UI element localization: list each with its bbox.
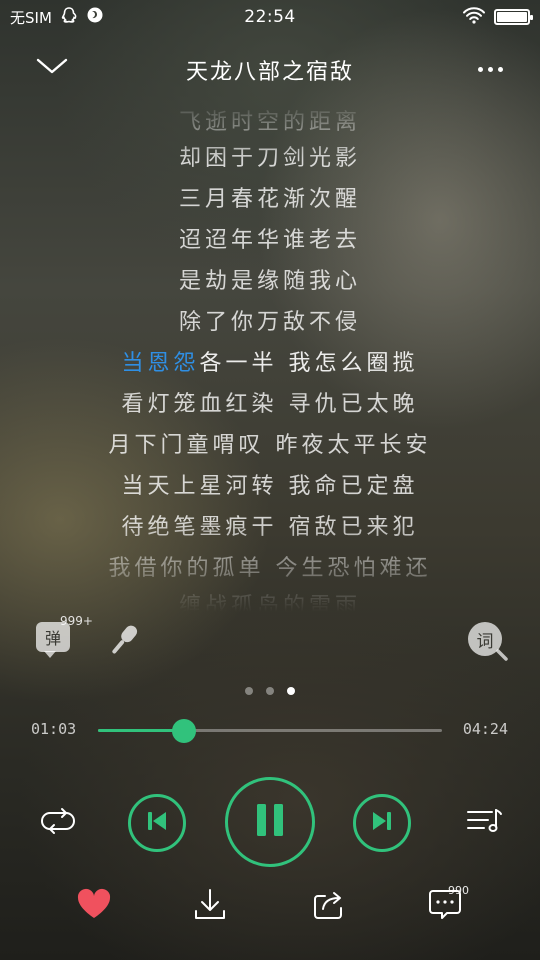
status-bar: 无SIM 22:54 — [0, 0, 540, 34]
battery-icon — [494, 9, 533, 25]
lyric-search-icon: 词 — [468, 622, 508, 661]
lyric-line: 是劫是缘随我心 — [178, 269, 361, 294]
previous-icon — [146, 810, 168, 836]
page-dot[interactable] — [266, 687, 274, 695]
lyric-line: 待绝笔墨痕干 宿敌已来犯 — [121, 515, 419, 540]
current-time: 01:03 — [31, 720, 77, 738]
comment-count-badge: 990 — [448, 884, 469, 897]
next-icon — [371, 810, 393, 836]
progress-slider[interactable] — [98, 719, 442, 743]
lyric-line: 当天上星河转 我命已定盘 — [121, 474, 419, 499]
lyric-line: 飞逝时空的距离 — [178, 110, 361, 135]
repeat-button[interactable] — [36, 803, 80, 843]
progress-thumb[interactable] — [172, 719, 196, 743]
next-button[interactable] — [353, 794, 411, 852]
repeat-icon — [38, 806, 78, 840]
progress-row: 01:03 04:24 — [0, 714, 540, 744]
lyric-line: 月下门童喟叹 昨夜太平长安 — [108, 433, 432, 458]
carrier-label: 无SIM — [10, 8, 52, 27]
player-header: 天龙八部之宿敌 — [0, 44, 540, 94]
download-icon — [193, 887, 227, 925]
wifi-icon — [462, 6, 486, 28]
page-dot[interactable] — [287, 687, 295, 695]
total-time: 04:24 — [462, 720, 508, 738]
page-dot[interactable] — [245, 687, 253, 695]
pause-button[interactable] — [225, 777, 315, 867]
lyric-line: 除了你万敌不侵 — [178, 310, 361, 335]
share-button[interactable] — [308, 886, 348, 926]
playlist-icon — [464, 806, 504, 840]
more-button[interactable] — [470, 52, 510, 86]
qq-icon — [60, 6, 78, 28]
song-title: 天龙八部之宿敌 — [185, 60, 354, 85]
lyric-search-label: 词 — [476, 631, 494, 652]
lyric-line: 三月春花渐次醒 — [178, 187, 361, 212]
chevron-down-icon — [36, 57, 68, 79]
danmu-label: 弹 — [44, 629, 61, 648]
lyric-rest: 各一半 我怎么圈揽 — [199, 351, 419, 376]
lyric-line: 迢迢年华谁老去 — [178, 228, 361, 253]
lyrics-panel[interactable]: 飞逝时空的距离 却困于刀剑光影 三月春花渐次醒 迢迢年华谁老去 是劫是缘随我心 … — [0, 100, 540, 612]
microphone-icon — [104, 625, 144, 664]
pause-icon — [255, 803, 285, 841]
lyric-highlight: 当恩怨 — [121, 351, 200, 376]
heart-icon — [76, 888, 112, 924]
lyric-line: 却困于刀剑光影 — [178, 146, 361, 171]
lyric-line-current: 当恩怨各一半 我怎么圈揽 — [0, 345, 540, 377]
karaoke-button[interactable] — [104, 620, 144, 660]
lyric-line: 我借你的孤单 今生恐怕难还 — [108, 556, 432, 581]
collapse-button[interactable] — [32, 50, 72, 86]
download-button[interactable] — [190, 886, 230, 926]
battery-level — [497, 12, 527, 22]
share-icon — [311, 887, 345, 925]
danmu-count-badge: 999+ — [60, 614, 93, 628]
page-indicator — [0, 687, 540, 695]
playback-controls — [0, 776, 540, 870]
favorite-button[interactable] — [74, 886, 114, 926]
previous-button[interactable] — [128, 794, 186, 852]
more-dots-icon — [477, 66, 483, 72]
notification-icon — [86, 6, 104, 28]
lyric-search-button[interactable]: 词 — [468, 622, 508, 662]
lyric-line: 缠战孤岛的雷雨 — [178, 594, 361, 612]
lyric-line: 看灯笼血红染 寻仇已太晚 — [121, 392, 419, 417]
playlist-button[interactable] — [462, 803, 506, 843]
